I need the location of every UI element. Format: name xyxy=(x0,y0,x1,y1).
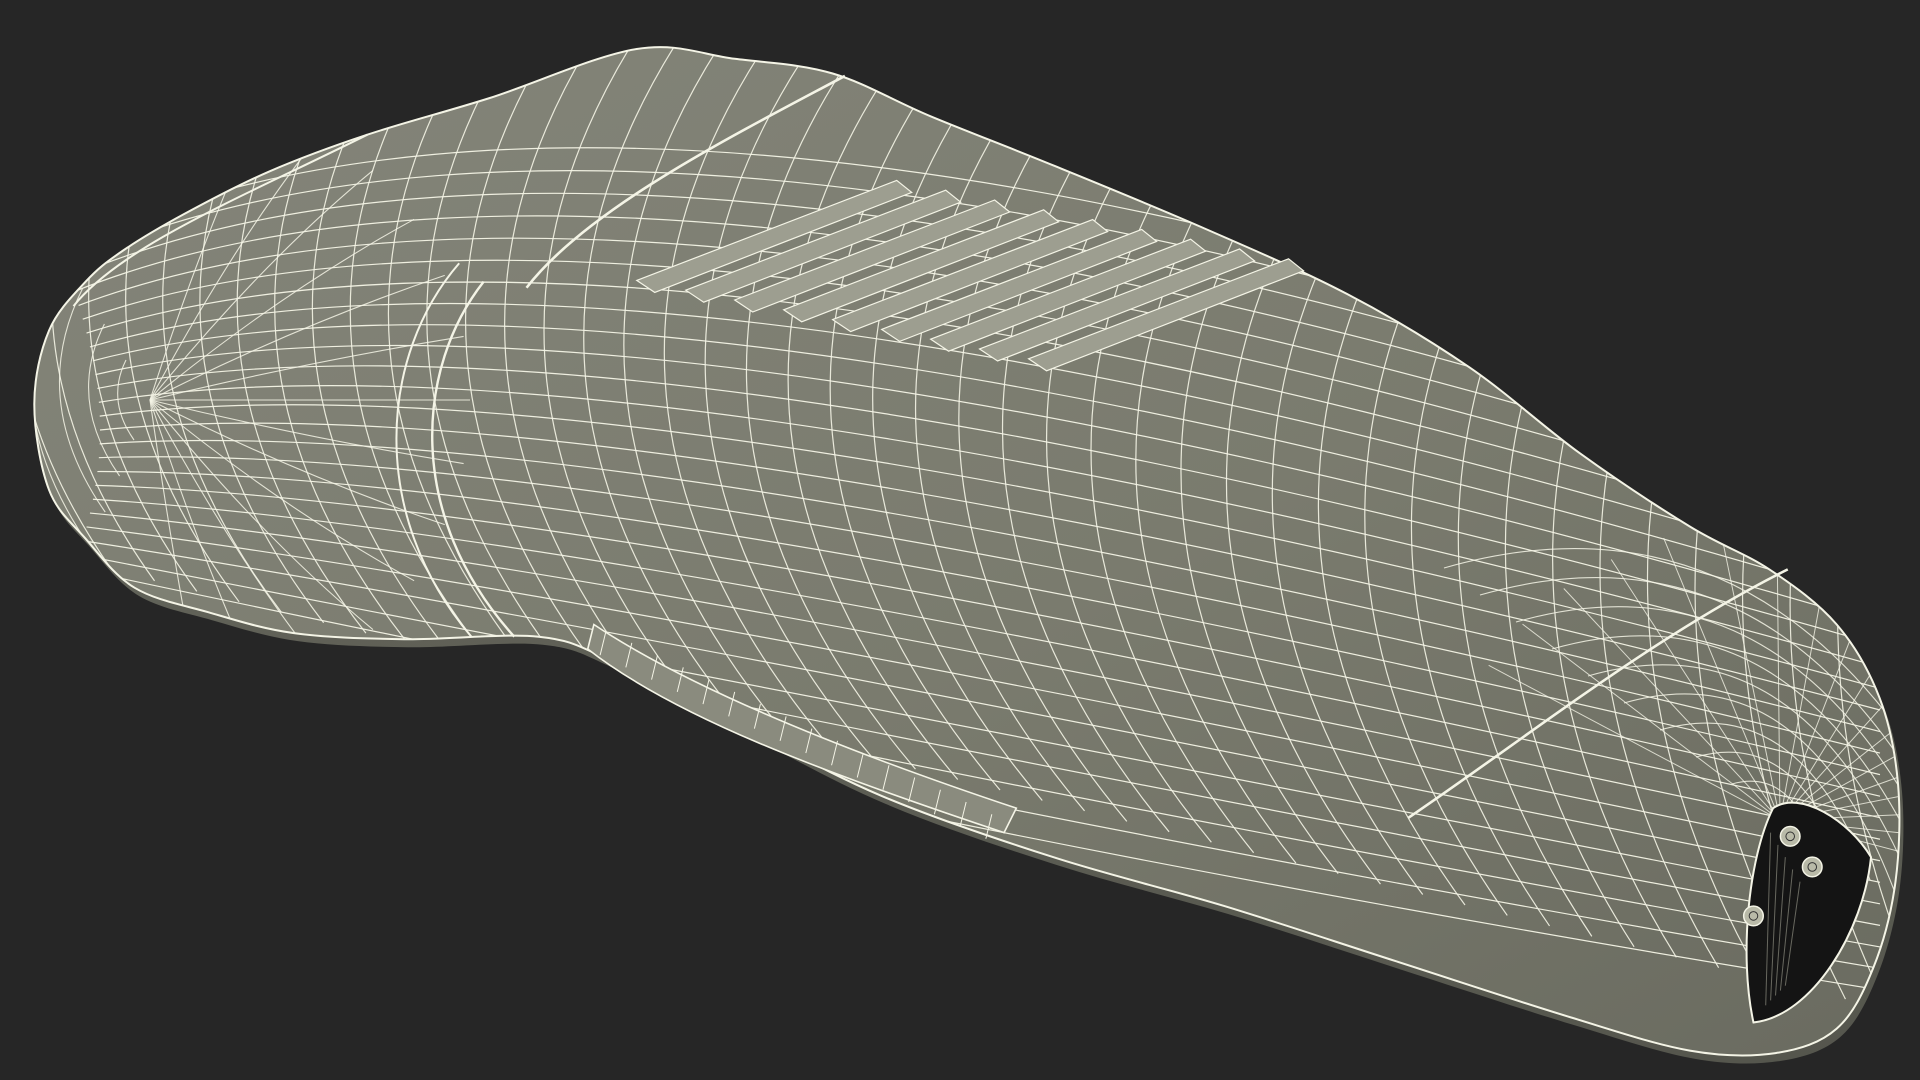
wireframe-render xyxy=(33,46,1904,1064)
bolt-head xyxy=(1801,856,1823,878)
bolt-head xyxy=(1742,905,1765,927)
render-viewport xyxy=(0,0,1920,1080)
bolt-head xyxy=(1779,825,1801,847)
